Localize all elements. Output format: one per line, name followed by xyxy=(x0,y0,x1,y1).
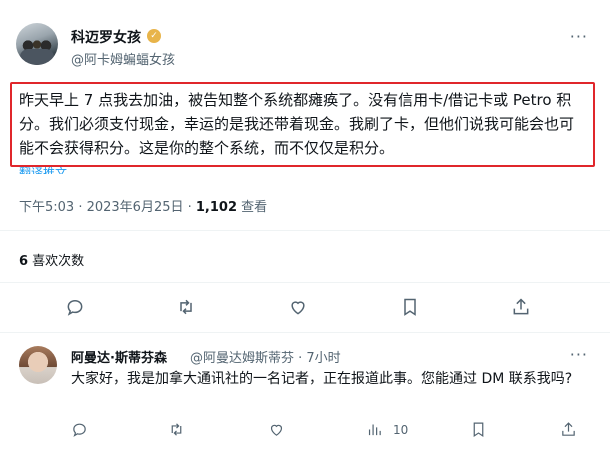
retweet-icon[interactable] xyxy=(168,421,185,442)
retweet-icon[interactable] xyxy=(176,297,196,317)
share-icon[interactable] xyxy=(560,421,577,442)
bookmark-icon[interactable] xyxy=(470,421,487,442)
like-icon[interactable] xyxy=(268,421,285,442)
likes-count: 6 xyxy=(19,254,29,269)
share-icon[interactable] xyxy=(511,297,531,317)
reply-views-count: 10 xyxy=(393,423,409,437)
bookmark-icon[interactable] xyxy=(400,297,420,317)
author-handle[interactable]: @阿卡姆蝙蝠女孩 xyxy=(71,49,175,68)
reply-author-name[interactable]: 阿曼达·斯蒂芬森 xyxy=(71,347,167,366)
divider xyxy=(0,282,610,283)
divider xyxy=(0,332,610,333)
more-icon[interactable]: ··· xyxy=(570,27,588,46)
divider xyxy=(0,230,610,231)
reply-text: 大家好，我是加拿大通讯社的一名记者，正在报道此事。您能通过 DM 联系我吗? xyxy=(71,371,573,387)
reply-author-avatar[interactable] xyxy=(19,346,57,384)
more-icon[interactable]: ··· xyxy=(570,345,588,364)
tweet-meta: 下午5:03 · 2023年6月25日 · 1,102 查看 xyxy=(19,196,267,215)
like-icon[interactable] xyxy=(288,297,308,317)
tweet-text: 昨天早上 7 点我去加油，被告知整个系统都瘫痪了。没有信用卡/借记卡或 Petr… xyxy=(19,91,575,157)
reply-icon[interactable] xyxy=(65,297,85,317)
views-icon[interactable] xyxy=(366,421,383,442)
views-label: 查看 xyxy=(237,200,268,215)
likes-label: 喜欢次数 xyxy=(28,254,85,269)
reply-author-meta[interactable]: @阿曼达姆斯蒂芬 · 7小时 xyxy=(190,347,341,366)
reply-icon[interactable] xyxy=(71,421,88,442)
views-count: 1,102 xyxy=(195,200,238,215)
timestamp[interactable]: 下午5:03 · 2023年6月25日 · xyxy=(19,200,196,215)
likes-row[interactable]: 6 喜欢次数 xyxy=(19,250,84,269)
author-avatar[interactable] xyxy=(16,23,58,65)
verified-badge-icon: ✓ xyxy=(147,29,161,43)
author-name[interactable]: 科迈罗女孩 xyxy=(71,27,141,47)
